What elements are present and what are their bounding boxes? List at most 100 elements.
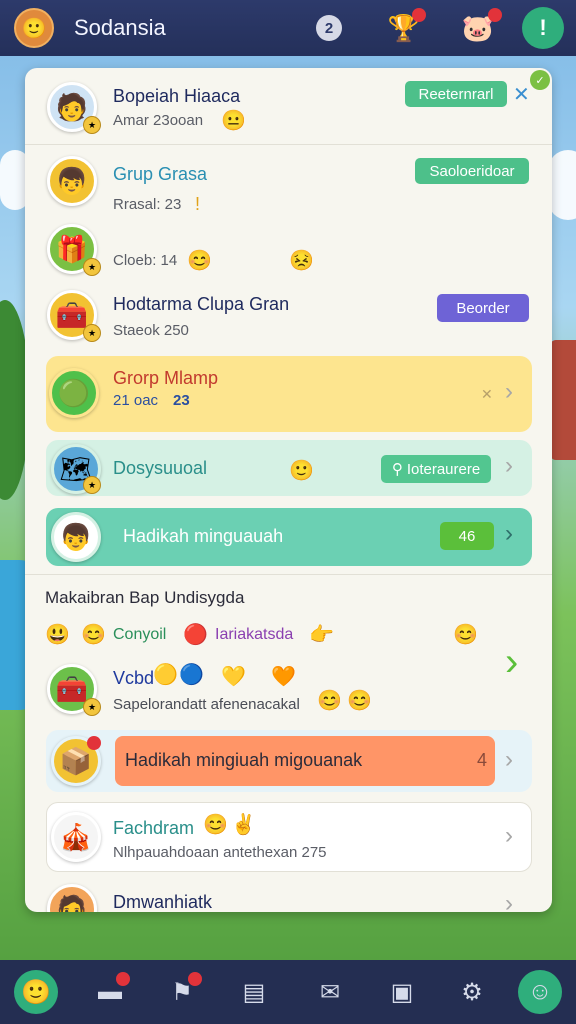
smile-icon: 😊	[453, 624, 478, 646]
nav-calendar[interactable]: ▤	[232, 970, 276, 1014]
chevron-right-icon[interactable]: ›	[505, 746, 513, 774]
smile-icon: 😊	[317, 690, 342, 712]
top-bar: 🙂 Sodansia 2 🏆 🐷 !	[0, 0, 576, 56]
red-circle-icon: 🔴	[183, 624, 208, 646]
gift-card-title: Hadikah mingiuah migouanak	[125, 750, 363, 770]
group-count: 23	[173, 392, 190, 409]
section-row-name: Vcbd	[113, 668, 155, 688]
list-item-name: Dmwanhiatk	[113, 892, 213, 912]
profile-avatar[interactable]: 🙂	[14, 8, 54, 48]
group-name: Hodtarma Clupa Gran	[113, 294, 290, 314]
join-button[interactable]: Saoloeridoar	[415, 158, 529, 184]
nav-store[interactable]: ▣	[380, 970, 424, 1014]
weekly-gift-count: 46	[440, 522, 494, 550]
store-icon: ▣	[390, 978, 414, 1006]
smile-icon: 😊	[203, 814, 228, 836]
interact-label: Ioteraurere	[406, 460, 481, 478]
heart-icon: 🧡	[271, 666, 296, 688]
avatar-icon: 🙂	[21, 17, 47, 40]
section-row-b: Iariakatsda	[215, 626, 294, 643]
level-badge: ★	[83, 324, 101, 342]
group-panel: 🧑 ★ Bopeiah Hiaaca Amar 23ooan 😐 Reetern…	[25, 68, 552, 912]
location-icon: ⚲	[391, 461, 403, 478]
nav-messages[interactable]: ✉	[308, 970, 352, 1014]
chevron-right-icon[interactable]: ›	[505, 640, 518, 685]
notification-dot	[412, 8, 426, 22]
interact-button[interactable]: ⚲ Ioteraurere	[381, 455, 491, 483]
chat-icon[interactable]: 🐷	[458, 8, 502, 48]
calendar-icon: ▤	[242, 978, 266, 1006]
group-avatar[interactable]: 👦	[47, 156, 97, 206]
list-item-name: Fachdram	[113, 818, 195, 838]
boy-avatar: 👦	[51, 512, 101, 562]
hand-icon: ✌	[231, 814, 256, 836]
chat-dot	[488, 8, 502, 22]
group-sub: Staeok 250	[113, 322, 189, 339]
online-count-badge[interactable]: 2	[316, 15, 342, 41]
worried-icon: 😣	[289, 250, 314, 272]
level-badge: ★	[83, 476, 101, 494]
group-sub: Cloeb: 14	[113, 252, 178, 269]
group-name: Grup Grasa	[113, 164, 208, 184]
group-sub: Rrasal: 23	[113, 196, 182, 213]
notification-dot	[116, 972, 130, 986]
emoji-icon: ☺	[527, 978, 553, 1005]
nav-emoji[interactable]: ☺	[518, 970, 562, 1014]
notification-dot	[188, 972, 202, 986]
weekly-gift-title: Hadikah minguauah	[123, 526, 284, 546]
ball-icon: 🟡	[153, 664, 178, 686]
group-sub: 21 oac	[113, 392, 159, 409]
nav-settings[interactable]: ⚙	[450, 970, 494, 1014]
group-name: Grorp Mlamp	[113, 368, 219, 388]
notification-dot	[87, 736, 101, 750]
chevron-right-icon[interactable]: ›	[505, 520, 513, 548]
cloud-decoration	[548, 150, 576, 220]
nav-home[interactable]: 🙂	[14, 970, 58, 1014]
chevron-right-icon[interactable]: ›	[505, 890, 513, 912]
help-icon: !	[539, 15, 547, 40]
smile-icon: 😊	[187, 250, 212, 272]
section-row-a: Conyoil	[113, 626, 167, 643]
green-ball-avatar: 🟢	[49, 368, 99, 418]
nav-gift[interactable]: ⚑	[160, 970, 204, 1014]
chevron-right-icon[interactable]: ›	[505, 378, 513, 406]
help-button[interactable]: !	[522, 7, 564, 49]
smile-icon: 😊	[81, 624, 106, 646]
section-row-sub: Sapelorandatt afenenacakal	[113, 696, 300, 713]
smile-icon: 😊	[347, 690, 372, 712]
user-sub: Amar 23ooan	[113, 112, 204, 129]
border-button[interactable]: Beorder	[437, 294, 529, 322]
section-title: Makaibran Bap Undisygda	[45, 588, 245, 607]
home-icon: 🙂	[21, 978, 51, 1006]
toy-avatar: 🎪	[51, 812, 101, 862]
online-indicator: ✓	[530, 70, 550, 90]
message-icon: ✉	[319, 978, 341, 1006]
gift-card-count: 4	[477, 750, 488, 770]
alert-icon: !	[195, 194, 201, 214]
group-name: Dosysuuoal	[113, 458, 208, 478]
level-badge: ★	[83, 258, 101, 276]
house-decoration	[550, 340, 576, 460]
hand-icon: 👉	[309, 624, 334, 646]
level-badge: ★	[83, 116, 101, 134]
nav-inbox[interactable]: ▬	[88, 970, 132, 1014]
divider	[25, 144, 552, 145]
bottom-nav: 🙂 ▬ ⚑ ▤ ✉ ▣ ⚙ ☺	[0, 960, 576, 1024]
close-small-icon[interactable]: ✕	[481, 386, 493, 403]
user-avatar[interactable]: 🧔	[47, 884, 97, 912]
settings-icon: ⚙	[461, 978, 483, 1006]
close-icon[interactable]: ✕	[513, 82, 530, 107]
list-item-sub: Nlhpauahdoaan antethexan 275	[113, 844, 327, 861]
refer-button[interactable]: Reeternrarl	[405, 81, 507, 107]
chevron-right-icon[interactable]: ›	[505, 822, 513, 850]
smile-icon: 🙂	[289, 460, 314, 482]
divider	[25, 574, 552, 575]
face-icon: 😐	[221, 110, 246, 132]
emoji-group-icon: 😃	[45, 624, 70, 646]
heart-icon: 💛	[221, 666, 246, 688]
notification-icon[interactable]: 🏆	[384, 8, 426, 48]
app-title: Sodansia	[74, 15, 166, 40]
ball-icon: 🔵	[179, 664, 204, 686]
chevron-right-icon[interactable]: ›	[505, 452, 513, 480]
user-name: Bopeiah Hiaaca	[113, 86, 241, 106]
